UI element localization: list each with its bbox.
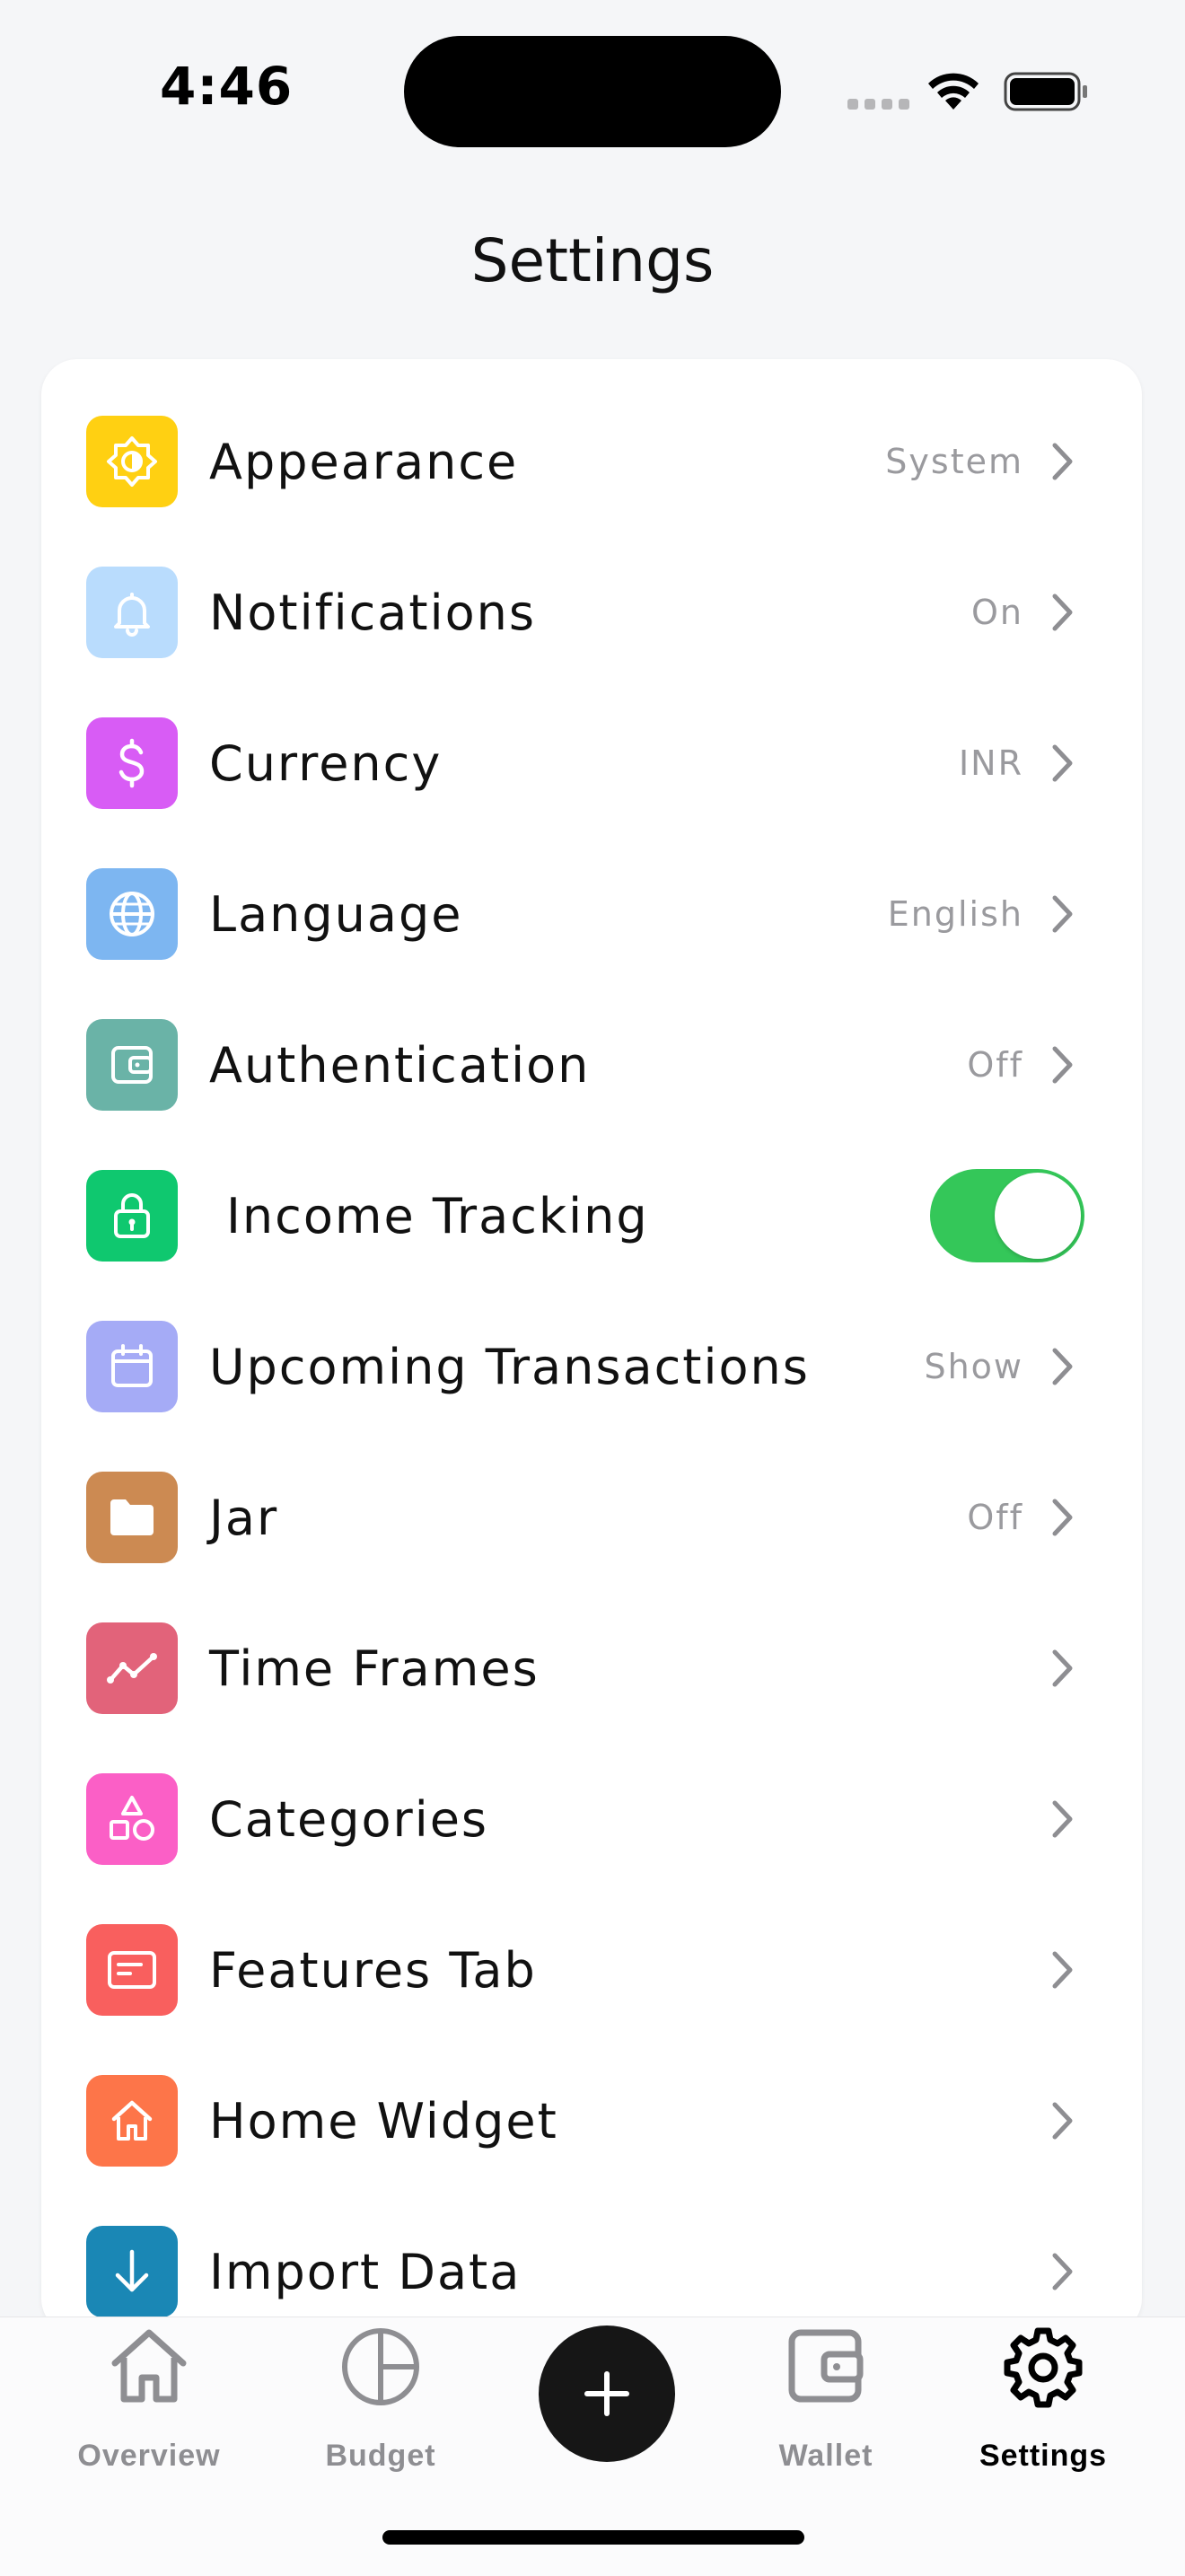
arrow-down-icon xyxy=(86,2226,178,2317)
row-label: Language xyxy=(209,885,463,943)
settings-row-authentication[interactable]: Authentication Off xyxy=(41,989,1142,1140)
dynamic-island xyxy=(404,36,781,147)
folder-icon xyxy=(86,1472,178,1563)
plus-icon xyxy=(584,2371,629,2416)
row-value: Show xyxy=(924,1347,1023,1386)
status-time: 4:46 xyxy=(160,56,294,117)
chevron-right-icon xyxy=(1052,1046,1073,1084)
chevron-right-icon xyxy=(1052,1348,1073,1385)
pie-chart-icon xyxy=(342,2328,419,2405)
settings-row-import-data[interactable]: Import Data xyxy=(41,2196,1142,2334)
tab-settings[interactable]: Settings xyxy=(944,2324,1142,2476)
row-label: Import Data xyxy=(209,2243,522,2300)
cellular-signal-icon xyxy=(847,99,909,110)
row-label: Appearance xyxy=(209,433,519,490)
tab-wallet[interactable]: Wallet xyxy=(727,2324,925,2476)
row-value: On xyxy=(971,593,1023,632)
tab-budget[interactable]: Budget xyxy=(282,2324,479,2476)
settings-row-language[interactable]: Language English xyxy=(41,839,1142,989)
tab-label: Settings xyxy=(979,2439,1108,2473)
row-value: System xyxy=(885,442,1023,481)
trend-line-icon xyxy=(86,1622,178,1714)
settings-row-currency[interactable]: Currency INR xyxy=(41,688,1142,839)
row-label: Time Frames xyxy=(209,1640,540,1697)
chevron-right-icon xyxy=(1052,895,1073,933)
chevron-right-icon xyxy=(1052,593,1073,631)
status-indicators xyxy=(847,66,1090,113)
chevron-right-icon xyxy=(1052,2102,1073,2140)
row-label: Currency xyxy=(209,734,443,792)
tab-overview[interactable]: Overview xyxy=(50,2324,248,2476)
row-label: Upcoming Transactions xyxy=(209,1338,810,1395)
shapes-icon xyxy=(86,1773,178,1865)
gear-icon xyxy=(1004,2327,1083,2408)
chevron-right-icon xyxy=(1052,744,1073,782)
globe-icon xyxy=(86,868,178,960)
page-title: Settings xyxy=(470,226,715,295)
row-value: Off xyxy=(967,1045,1023,1085)
settings-row-appearance[interactable]: Appearance System xyxy=(41,386,1142,537)
row-label: Jar xyxy=(209,1489,279,1546)
settings-row-income-tracking: Income Tracking xyxy=(41,1140,1142,1291)
row-value: English xyxy=(887,894,1023,934)
wallet-icon xyxy=(86,1019,178,1111)
settings-row-upcoming-transactions[interactable]: Upcoming Transactions Show xyxy=(41,1291,1142,1442)
row-label: Features Tab xyxy=(209,1941,537,1999)
settings-row-home-widget[interactable]: Home Widget xyxy=(41,2045,1142,2196)
chevron-right-icon xyxy=(1052,2253,1073,2290)
chevron-right-icon xyxy=(1052,1649,1073,1687)
wallet-icon xyxy=(788,2329,864,2403)
tab-label: Budget xyxy=(325,2439,436,2473)
chevron-right-icon xyxy=(1052,1800,1073,1838)
tab-card-icon xyxy=(86,1924,178,2016)
settings-row-notifications[interactable]: Notifications On xyxy=(41,537,1142,688)
row-label: Income Tracking xyxy=(226,1187,649,1244)
chevron-right-icon xyxy=(1052,1499,1073,1536)
toggle-knob xyxy=(995,1173,1081,1259)
income-tracking-toggle[interactable] xyxy=(930,1169,1084,1262)
settings-row-categories[interactable]: Categories xyxy=(41,1744,1142,1895)
lock-icon xyxy=(86,1170,178,1262)
settings-row-jar[interactable]: Jar Off xyxy=(41,1442,1142,1593)
row-label: Categories xyxy=(209,1790,489,1848)
settings-row-time-frames[interactable]: Time Frames xyxy=(41,1593,1142,1744)
settings-list: Appearance System Notifications On Curre… xyxy=(41,359,1142,2334)
chevron-right-icon xyxy=(1052,1951,1073,1989)
tab-label: Overview xyxy=(77,2439,221,2473)
calendar-icon xyxy=(86,1321,178,1412)
bell-icon xyxy=(86,567,178,658)
home-icon xyxy=(86,2075,178,2167)
dollar-icon xyxy=(86,717,178,809)
battery-icon xyxy=(1004,72,1087,111)
chevron-right-icon xyxy=(1052,443,1073,480)
home-icon xyxy=(111,2329,187,2403)
row-value: Off xyxy=(967,1498,1023,1537)
tab-label: Wallet xyxy=(778,2439,873,2473)
row-value: INR xyxy=(958,743,1023,783)
row-label: Home Widget xyxy=(209,2092,558,2150)
wifi-icon xyxy=(928,73,979,110)
settings-row-features-tab[interactable]: Features Tab xyxy=(41,1895,1142,2045)
sun-icon xyxy=(86,416,178,507)
row-label: Notifications xyxy=(209,584,536,641)
home-indicator xyxy=(382,2530,804,2545)
row-label: Authentication xyxy=(209,1036,591,1094)
add-transaction-button[interactable] xyxy=(539,2325,675,2462)
